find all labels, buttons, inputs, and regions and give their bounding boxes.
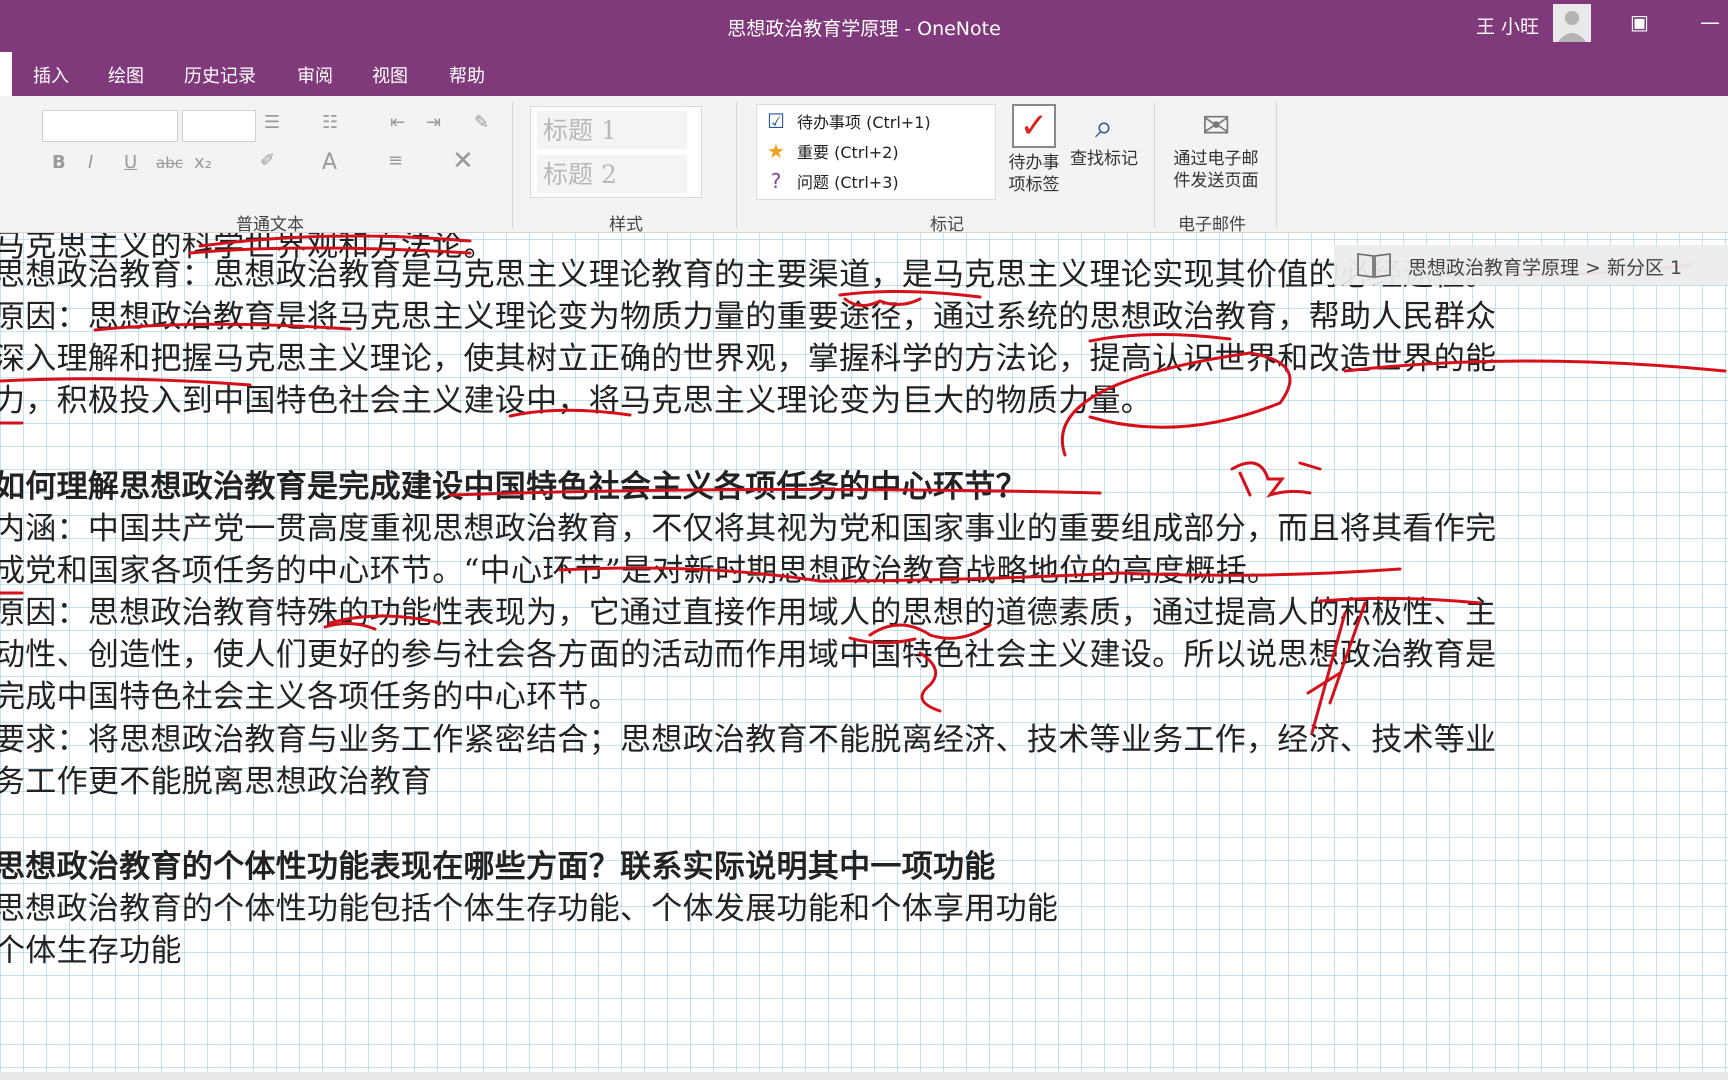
notebook-icon <box>1356 251 1392 284</box>
bottom-scroll-area <box>0 1072 1728 1080</box>
tag-todo-label: 待办事项 (Ctrl+1) <box>797 113 931 132</box>
font-color-icon[interactable]: A <box>322 150 337 175</box>
group-label-basic-text: 普通文本 <box>236 215 304 235</box>
question-heading[interactable]: 思想政治教育的个体性功能表现在哪些方面？联系实际说明其中一项功能 <box>0 841 996 886</box>
note-page[interactable]: 马克思主义的科学世界观和方法论。 思想政治教育：思想政治教育是马克思主义理论教育… <box>0 233 1728 1078</box>
breadcrumb[interactable]: 思想政治教育学原理 > 新分区 1 <box>1334 245 1728 285</box>
note-line[interactable]: 务工作更不能脱离思想政治教育 <box>0 756 432 801</box>
tag-question[interactable]: ? 问题 (Ctrl+3) <box>763 169 983 197</box>
note-line[interactable]: 内涵：中国共产党一贯高度重视思想政治教育，不仅将其视为党和国家事业的重要组成部分… <box>0 503 1496 548</box>
note-line[interactable]: 思想政治教育：思想政治教育是马克思主义理论教育的主要渠道，是马克思主义理论实现其… <box>0 249 1496 294</box>
avatar[interactable] <box>1553 4 1591 42</box>
tab-insert[interactable]: 插入 <box>33 62 69 88</box>
italic-icon[interactable]: I <box>88 152 93 173</box>
style-heading-1[interactable]: 标题 1 <box>537 111 687 149</box>
tag-question-label: 问题 (Ctrl+3) <box>797 173 899 192</box>
note-line[interactable]: 力，积极投入到中国特色社会主义建设中，将马克思主义理论变为巨大的物质力量。 <box>0 375 1152 420</box>
group-divider <box>1276 102 1277 228</box>
tags-gallery[interactable]: ☑ 待办事项 (Ctrl+1) ★ 重要 (Ctrl+2) ? 问题 (Ctrl+3) <box>756 104 996 200</box>
group-label-email: 电子邮件 <box>1178 215 1246 235</box>
envelope-icon: ✉ <box>1201 106 1231 146</box>
tag-important[interactable]: ★ 重要 (Ctrl+2) <box>763 139 983 167</box>
minimize-icon[interactable]: — <box>1700 10 1720 34</box>
email-page-button[interactable]: ✉ 通过电子邮 件发送页面 <box>1166 104 1266 192</box>
bullets-icon[interactable]: ☰ <box>264 112 280 133</box>
ribbon-display-options-icon[interactable]: ▣ <box>1630 10 1649 34</box>
note-line[interactable]: 原因：思想政治教育是将马克思主义理论变为物质力量的重要途径，通过系统的思想政治教… <box>0 291 1496 336</box>
breadcrumb-text[interactable]: 思想政治教育学原理 > 新分区 1 <box>1408 253 1682 280</box>
note-line[interactable]: 深入理解和把握马克思主义理论，使其树立正确的世界观，掌握科学的方法论，提高认识世… <box>0 333 1496 378</box>
strikethrough-icon[interactable]: abc <box>156 154 183 172</box>
bold-icon[interactable]: B <box>52 152 66 173</box>
group-divider <box>736 102 737 228</box>
tab-history[interactable]: 历史记录 <box>184 62 256 88</box>
tag-important-label: 重要 (Ctrl+2) <box>797 143 899 162</box>
decrease-indent-icon[interactable]: ⇤ <box>390 112 405 133</box>
email-page-label-2: 件发送页面 <box>1173 171 1259 191</box>
note-line[interactable]: 动性、创造性，使人们更好的参与社会各方面的活动而作用域中国特色社会主义建设。所以… <box>0 629 1496 674</box>
tab-draw[interactable]: 绘图 <box>108 62 144 88</box>
find-tags-button[interactable]: ⌕ 查找标记 <box>1066 104 1142 170</box>
group-divider <box>512 102 513 228</box>
note-line[interactable]: 完成中国特色社会主义各项任务的中心环节。 <box>0 671 620 716</box>
window-title: 思想政治教育学原理 - OneNote <box>727 18 1001 40</box>
user-name[interactable]: 王 小旺 <box>1476 12 1539 39</box>
group-label-styles: 样式 <box>609 215 643 235</box>
increase-indent-icon[interactable]: ⇥ <box>426 112 441 133</box>
highlight-icon[interactable]: ✐ <box>260 150 275 171</box>
style-heading-2-label: 标题 2 <box>543 160 617 189</box>
question-heading[interactable]: 如何理解思想政治教育是完成建设中国特色社会主义各项任务的中心环节？ <box>0 461 1027 506</box>
tab-help[interactable]: 帮助 <box>449 62 485 88</box>
note-line[interactable]: 原因：思想政治教育特殊的功能性表现为，它通过直接作用域人的思想的道德素质，通过提… <box>0 587 1496 632</box>
email-page-label-1: 通过电子邮 <box>1173 149 1259 169</box>
ribbon: ☰ ☷ ⇤ ⇥ ✎ B I U abc x₂ ✐ A ≡ ✕ 普通文本 标题 1… <box>0 96 1728 235</box>
tag-todo[interactable]: ☑ 待办事项 (Ctrl+1) <box>763 109 983 137</box>
todo-tag-label-2: 项标签 <box>1008 175 1060 195</box>
styles-gallery[interactable]: 标题 1 标题 2 <box>530 106 702 198</box>
todo-tag-label-1: 待办事 <box>1008 153 1060 173</box>
title-bar: 思想政治教育学原理 - OneNote 王 小旺 ▣ — <box>0 0 1728 52</box>
style-heading-1-label: 标题 1 <box>543 116 617 145</box>
group-label-tags: 标记 <box>930 215 964 235</box>
checkmark-icon: ✓ <box>1012 104 1056 148</box>
align-icon[interactable]: ≡ <box>388 150 403 171</box>
ribbon-tabs: 插入 绘图 历史记录 审阅 视图 帮助 <box>0 52 1728 96</box>
note-line[interactable]: 个体生存功能 <box>0 925 182 970</box>
find-tags-label: 查找标记 <box>1070 149 1138 169</box>
question-icon: ? <box>770 169 782 193</box>
font-size-dropdown[interactable] <box>182 110 256 142</box>
delete-icon[interactable]: ✕ <box>452 146 474 176</box>
tab-view[interactable]: 视图 <box>372 62 408 88</box>
style-heading-2[interactable]: 标题 2 <box>537 155 687 193</box>
star-icon: ★ <box>767 139 785 163</box>
clear-format-icon[interactable]: ✎ <box>474 112 489 133</box>
note-line[interactable]: 成党和国家各项任务的中心环节。“中心环节”是对新时期思想政治教育战略地位的高度概… <box>0 545 1278 590</box>
note-line[interactable]: 思想政治教育的个体性功能包括个体生存功能、个体发展功能和个体享用功能 <box>0 883 1058 928</box>
note-line[interactable]: 要求：将思想政治教育与业务工作紧密结合；思想政治教育不能脱离经济、技术等业务工作… <box>0 714 1496 759</box>
user-avatar-icon <box>1558 11 1586 42</box>
numbering-icon[interactable]: ☷ <box>322 112 338 133</box>
tab-home-edge[interactable] <box>0 52 12 96</box>
find-tags-icon: ⌕ <box>1095 107 1113 145</box>
tab-review[interactable]: 审阅 <box>297 62 333 88</box>
subscript-icon[interactable]: x₂ <box>194 152 212 173</box>
font-family-dropdown[interactable] <box>42 110 178 142</box>
todo-tag-button[interactable]: ✓ 待办事 项标签 <box>1002 104 1066 196</box>
underline-icon[interactable]: U <box>124 152 137 173</box>
checkbox-icon: ☑ <box>767 109 785 133</box>
group-divider <box>1154 102 1155 228</box>
